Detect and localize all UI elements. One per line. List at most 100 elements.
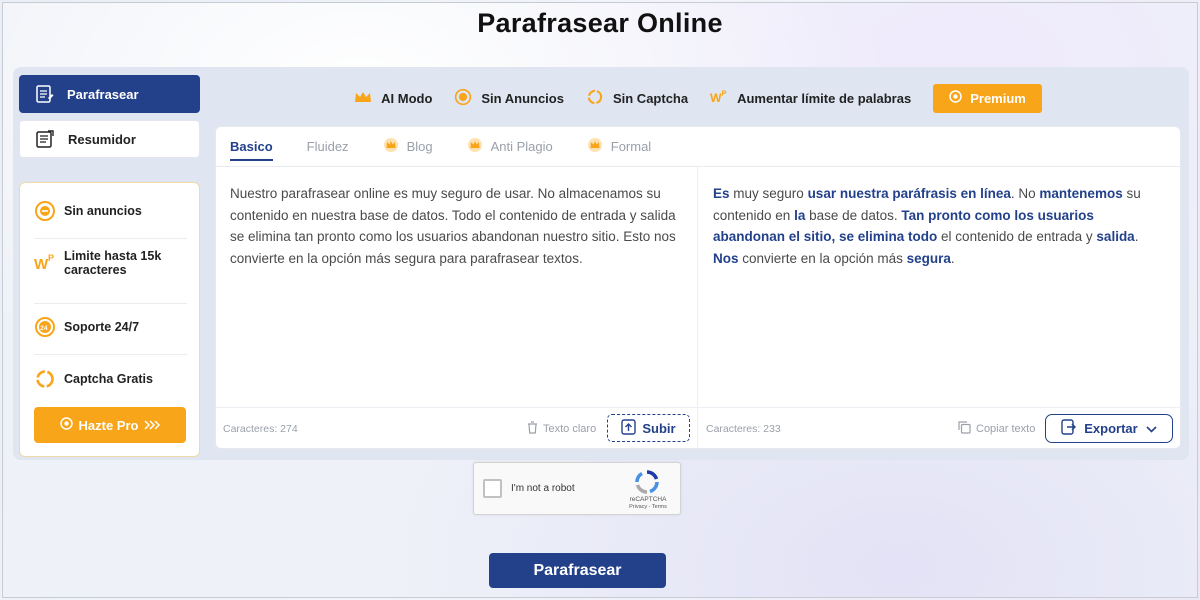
output-changed-segment: salida <box>1096 229 1135 244</box>
page-title: Parafrasear Online <box>477 8 723 38</box>
export-dropdown[interactable]: Exportar <box>1045 414 1173 443</box>
topbar-item-sin-anuncios: Sin Anuncios <box>454 88 564 109</box>
output-changed-segment: mantenemos <box>1039 186 1123 201</box>
sidebar-tab-resumidor[interactable]: Resumidor <box>19 120 200 158</box>
recaptcha-links[interactable]: Privacy - Terms <box>626 504 670 510</box>
output-changed-segment: Nos <box>713 250 739 266</box>
mode-tabs: Basico Fluidez Blog Anti Plagio Formal <box>216 127 1182 167</box>
no-ads-icon <box>34 200 56 222</box>
recaptcha-label: I'm not a robot <box>511 483 575 494</box>
editor-divider <box>697 167 698 448</box>
export-label: Exportar <box>1084 421 1138 436</box>
feature-label: Soporte 24/7 <box>64 320 140 334</box>
word-limit-icon: WP <box>34 252 56 274</box>
output-segment: base de datos. <box>805 207 902 223</box>
topbar-item-label: Sin Captcha <box>612 90 689 106</box>
svg-text:W: W <box>34 256 49 273</box>
output-changed-segment: usar nuestra paráfrasis en línea <box>807 186 1011 201</box>
export-icon <box>1061 419 1077 438</box>
captcha-icon <box>586 88 604 109</box>
clear-text-label: Texto claro <box>543 423 597 435</box>
output-segment: . <box>950 250 955 266</box>
premium-features-bar: AI Modo Sin Anuncios Sin Captcha WP Aume… <box>215 78 1181 118</box>
svg-text:P: P <box>722 88 727 97</box>
output-changed-segment: Es <box>713 186 730 201</box>
output-segment: el contenido de entrada y <box>937 229 1097 244</box>
tab-anti-plagio[interactable]: Anti Plagio <box>467 127 553 167</box>
hazte-pro-button[interactable]: Hazte Pro <box>34 407 186 443</box>
topbar-item-label: AI Modo <box>381 90 433 106</box>
captcha-icon <box>34 368 56 390</box>
output-text: Es muy seguro usar nuestra paráfrasis en… <box>713 183 1163 269</box>
feature-label: Captcha Gratis <box>64 372 153 386</box>
summarizer-icon <box>34 128 56 150</box>
premium-label: Premium <box>970 90 1026 106</box>
tab-formal[interactable]: Formal <box>587 127 651 167</box>
sidebar-tab-parafrasear[interactable]: Parafrasear <box>19 75 200 113</box>
topbar-item-sin-captcha: Sin Captcha <box>586 88 688 109</box>
mode-label: Blog <box>406 139 433 154</box>
chevrons-right-icon <box>144 418 161 433</box>
parafrasear-submit-button[interactable]: Parafrasear <box>489 553 666 588</box>
divider <box>34 354 187 355</box>
copy-text-label: Copiar texto <box>976 423 1036 435</box>
mode-label: Fluidez <box>306 139 349 154</box>
svg-text:P: P <box>48 253 54 263</box>
feature-label: Sin anuncios <box>64 204 142 218</box>
features-panel: Sin anuncios WP Limite hasta 15k caracte… <box>19 182 200 457</box>
mode-label: Basico <box>230 139 273 154</box>
feature-label: Limite hasta 15k caracteres <box>64 249 162 277</box>
premium-button[interactable]: Premium <box>933 83 1042 113</box>
output-segment: . No <box>1010 186 1040 201</box>
premium-badge-icon <box>59 417 73 433</box>
svg-text:W: W <box>710 90 722 104</box>
crown-badge-icon <box>383 137 399 156</box>
output-segment: muy seguro <box>729 186 808 201</box>
divider <box>34 238 187 239</box>
recaptcha-brand: reCAPTCHA <box>629 496 667 503</box>
recaptcha-checkbox[interactable] <box>483 479 502 498</box>
output-changed-segment: segura <box>906 250 951 266</box>
mode-label: Formal <box>610 139 652 154</box>
topbar-item-label: Sin Anuncios <box>481 90 564 106</box>
support-icon: 24 <box>34 316 56 338</box>
sidebar-tab-label: Parafrasear <box>67 86 139 102</box>
input-char-count: Caracteres: 274 <box>223 423 298 435</box>
editor-panel: Basico Fluidez Blog Anti Plagio Formal N… <box>215 126 1182 449</box>
input-textarea[interactable]: Nuestro parafrasear online es muy seguro… <box>230 183 680 269</box>
paraphrase-icon <box>33 83 55 105</box>
editor-footer-divider <box>216 407 1182 408</box>
tab-fluidez[interactable]: Fluidez <box>307 127 349 167</box>
sidebar-tab-label: Resumidor <box>68 131 136 147</box>
output-segment: convierte en la opción más <box>738 250 907 266</box>
divider <box>34 303 187 304</box>
word-limit-icon: WP <box>710 88 728 109</box>
no-ads-icon <box>454 88 472 109</box>
output-char-count: Caracteres: 233 <box>706 423 781 435</box>
trash-icon <box>527 421 538 437</box>
feature-captcha: Captcha Gratis <box>34 368 187 390</box>
copy-icon <box>958 421 971 437</box>
chevron-down-icon <box>1146 421 1157 436</box>
svg-text:24: 24 <box>40 325 48 332</box>
crown-badge-icon <box>467 137 483 156</box>
topbar-item-label: Aumentar límite de palabras <box>737 90 912 106</box>
crown-badge-icon <box>587 137 603 156</box>
output-segment: . <box>1134 229 1139 244</box>
output-changed-segment: la <box>794 207 806 223</box>
topbar-item-aumentar-limite: WP Aumentar límite de palabras <box>710 88 911 109</box>
premium-badge-icon <box>949 90 962 106</box>
crown-icon <box>354 90 372 107</box>
topbar-item-ai-modo: AI Modo <box>354 90 432 107</box>
tab-blog[interactable]: Blog <box>383 127 433 167</box>
feature-sin-anuncios: Sin anuncios <box>34 200 187 222</box>
clear-text-button[interactable]: Texto claro <box>527 421 596 437</box>
copy-text-button[interactable]: Copiar texto <box>958 421 1035 437</box>
upload-icon <box>621 418 637 438</box>
upload-button[interactable]: Subir <box>607 414 690 442</box>
recaptcha-widget: I'm not a robot reCAPTCHA Privacy - Term… <box>473 462 681 515</box>
mode-label: Anti Plagio <box>490 139 553 154</box>
feature-limite: WP Limite hasta 15k caracteres <box>34 249 187 277</box>
tab-basico[interactable]: Basico <box>230 127 273 167</box>
feature-soporte: 24 Soporte 24/7 <box>34 316 187 338</box>
